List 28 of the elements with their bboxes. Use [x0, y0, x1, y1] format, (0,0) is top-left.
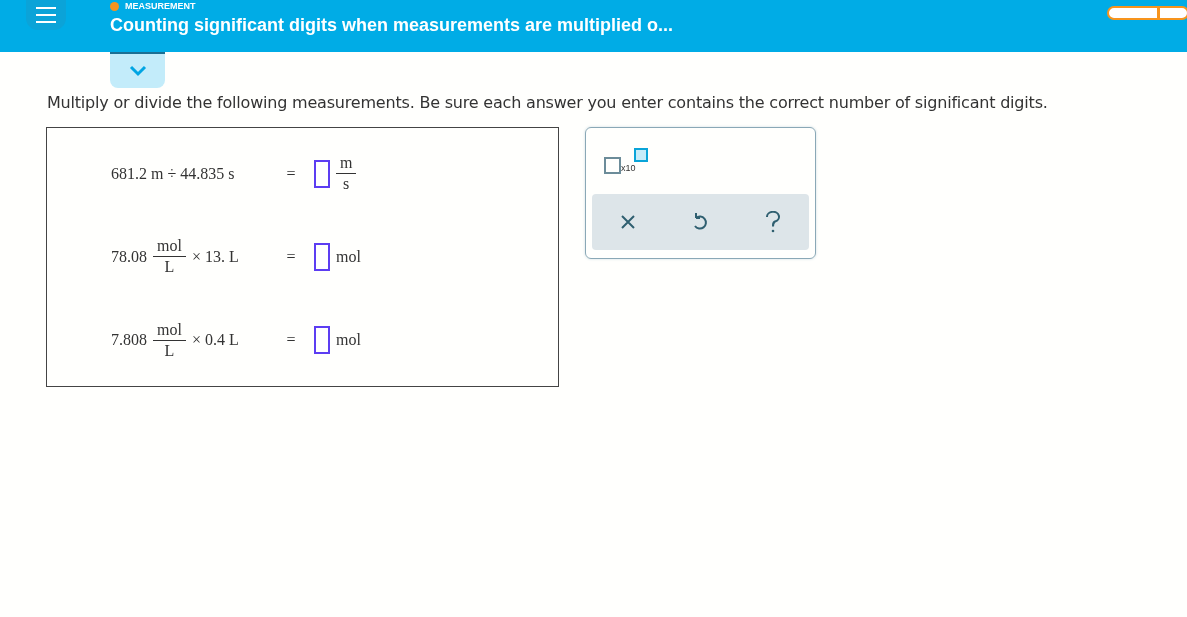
expression-text: 681.2 m ÷ 44.835 s [111, 164, 235, 183]
unit-label: mol [336, 248, 361, 266]
numerator: mol [153, 319, 186, 341]
numerator: mol [153, 236, 186, 258]
answer-box[interactable] [314, 243, 330, 271]
equals-sign: = [285, 164, 297, 183]
expression-text: 78.08 [111, 248, 147, 266]
answer-box[interactable] [314, 159, 330, 188]
topic-label: MEASUREMENT [125, 1, 196, 11]
numerator: m [336, 153, 357, 175]
unit-label: mol [336, 331, 361, 350]
expression-text: × 0.4 L [191, 331, 239, 350]
page-title: Counting significant digits when measurements are multiplied o... [110, 15, 674, 36]
denominator: L [164, 257, 175, 278]
topic-dot-icon [110, 1, 119, 11]
equals-sign: = [285, 331, 297, 350]
menu-icon[interactable] [26, 0, 66, 30]
equals-sign: = [285, 248, 297, 266]
expand-button[interactable] [110, 52, 165, 88]
exponent-button[interactable]: x10 [604, 148, 664, 176]
chevron-icon [127, 65, 148, 77]
expression-text: × 13. L [191, 248, 239, 266]
instructions: Multiply or divide the following measurements. Be sure each answer you enter contains the correct number of significant digits. [47, 93, 1049, 112]
denominator: s [343, 174, 350, 195]
answer-box[interactable] [314, 326, 330, 355]
denominator: L [164, 340, 175, 361]
expression-text: 7.808 [111, 331, 147, 350]
progress-icon [1107, 6, 1187, 20]
